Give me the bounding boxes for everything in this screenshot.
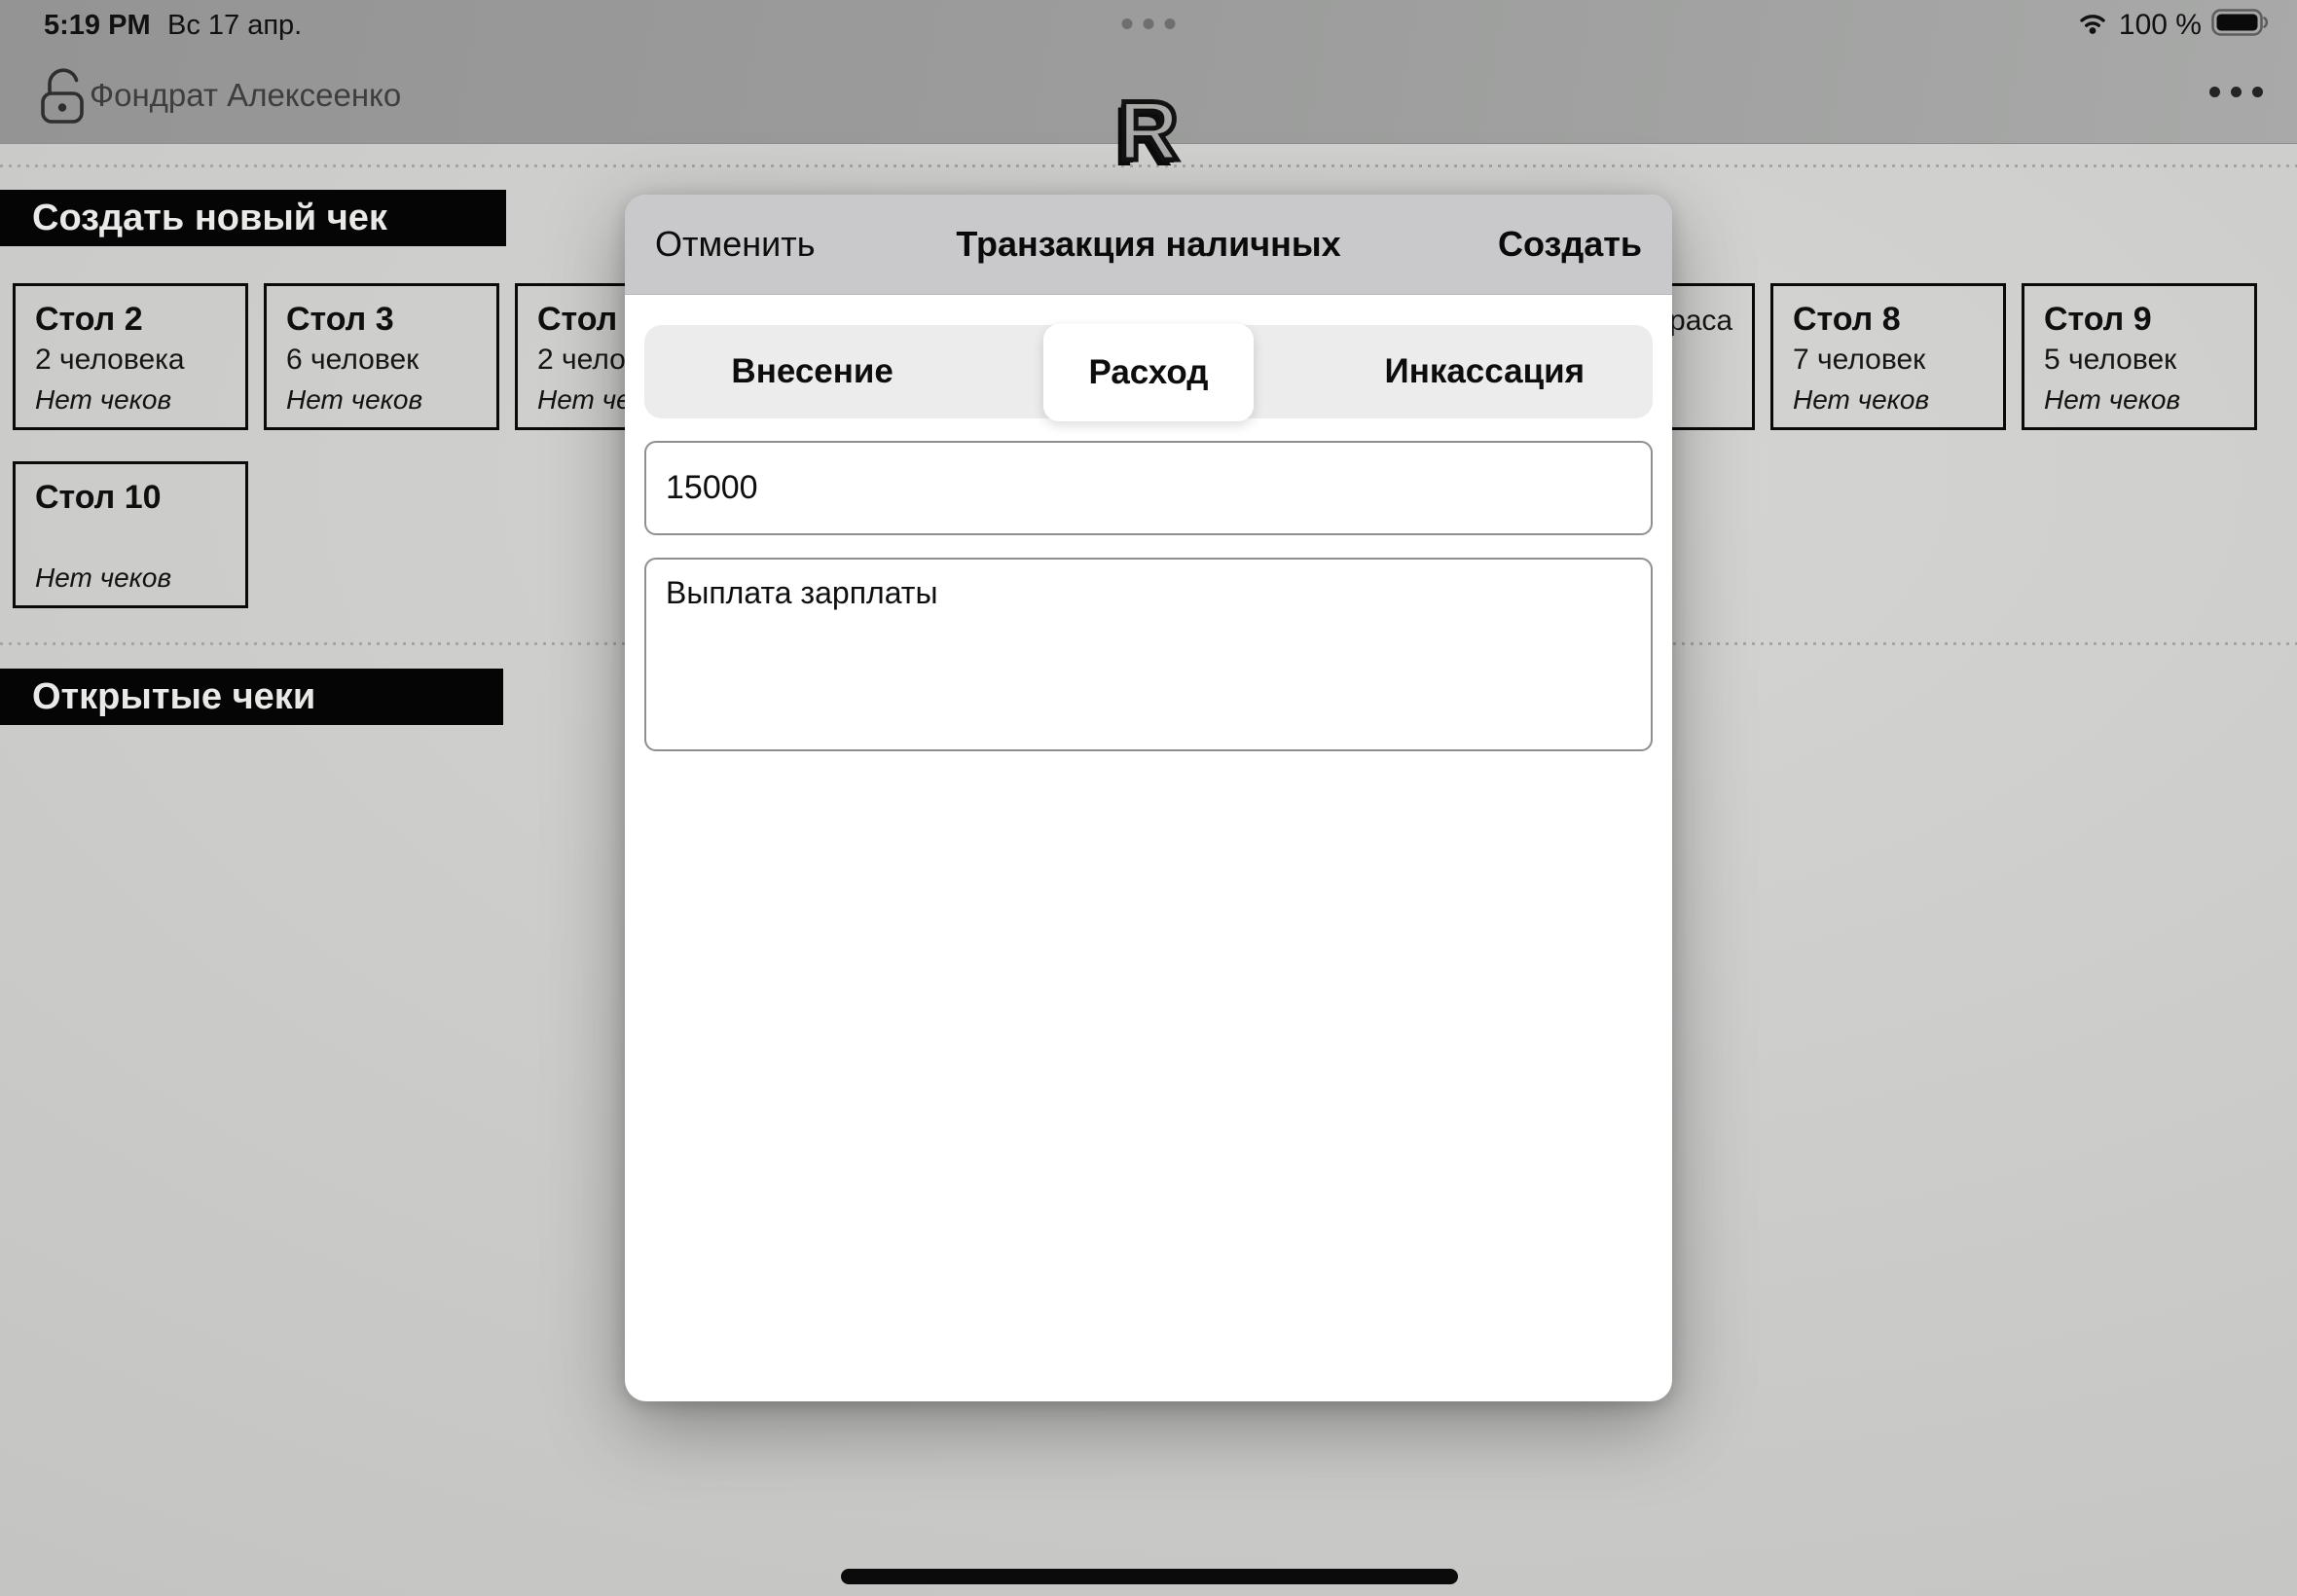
table-card-2[interactable]: Стол 2 2 человека Нет чеков <box>13 283 248 430</box>
table-status: Нет чеков <box>286 384 422 416</box>
table-status: Нет чеков <box>35 562 171 594</box>
more-menu-button[interactable] <box>2209 87 2263 97</box>
unlock-icon[interactable] <box>35 64 91 129</box>
cash-transaction-modal: Отменить Транзакция наличных Создать Вне… <box>625 195 1672 1401</box>
table-card-3[interactable]: Стол 3 6 человек Нет чеков <box>264 283 499 430</box>
table-status: Нет чеков <box>1793 384 1929 416</box>
table-name: Стол 2 <box>35 300 245 339</box>
table-capacity: 5 человек <box>2044 343 2254 378</box>
table-name: Стол 10 <box>35 478 245 517</box>
comment-input[interactable]: Выплата зарплаты <box>644 558 1653 751</box>
tab-collection-label: Инкассация <box>1385 352 1586 391</box>
battery-icon <box>2211 8 2270 42</box>
modal-header: Отменить Транзакция наличных Создать <box>625 195 1672 295</box>
tab-expense-selected-pill: Расход <box>1043 324 1253 421</box>
table-name: Стол 8 <box>1793 300 2003 339</box>
table-status: Нет чеков <box>35 384 171 416</box>
nav-bar: Фондрат Алексеенко R <box>0 47 2297 143</box>
modal-body: Внесение Расход Инкассация Выплата зарпл… <box>625 325 1672 751</box>
table-capacity: 6 человек <box>286 343 496 378</box>
transaction-type-segmented-control: Внесение Расход Инкассация <box>644 325 1653 418</box>
venue-name: Фондрат Алексеенко <box>90 77 401 114</box>
cancel-button[interactable]: Отменить <box>655 224 816 265</box>
create-button[interactable]: Создать <box>1498 224 1642 265</box>
tab-collection[interactable]: Инкассация <box>1317 325 1653 418</box>
screen: Создать новый чек Стол 2 2 человека Нет … <box>0 0 2297 1596</box>
tab-expense-label: Расход <box>1088 353 1208 392</box>
date: Вс 17 апр. <box>167 10 302 42</box>
tab-deposit-label: Внесение <box>731 352 893 391</box>
clock: 5:19 PM <box>44 10 151 42</box>
modal-title: Транзакция наличных <box>956 224 1340 265</box>
section-header-create-check: Создать новый чек <box>0 190 506 246</box>
amount-input[interactable] <box>644 441 1653 535</box>
status-bar: 5:19 PM Вс 17 апр. 100 % <box>0 0 2297 47</box>
table-card-10[interactable]: Стол 10 Нет чеков <box>13 461 248 608</box>
table-name: Стол 3 <box>286 300 496 339</box>
table-card-8[interactable]: Стол 8 7 человек Нет чеков <box>1770 283 2006 430</box>
wifi-icon <box>2076 10 2109 40</box>
tab-expense[interactable]: Расход <box>980 325 1316 418</box>
table-capacity: 2 человека <box>35 343 245 378</box>
section-header-open-checks: Открытые чеки <box>0 669 503 725</box>
table-card-9[interactable]: Стол 9 5 человек Нет чеков <box>2022 283 2257 430</box>
tab-deposit[interactable]: Внесение <box>644 325 980 418</box>
top-bar: 5:19 PM Вс 17 апр. 100 % <box>0 0 2297 144</box>
app-logo: R <box>1118 90 1179 173</box>
battery-percent: 100 % <box>2119 9 2202 42</box>
table-status: Нет чеков <box>2044 384 2180 416</box>
table-name: Стол 9 <box>2044 300 2254 339</box>
home-indicator[interactable] <box>841 1569 1458 1584</box>
table-capacity: 7 человек <box>1793 343 2003 378</box>
multitasking-dots-icon <box>1122 18 1176 29</box>
